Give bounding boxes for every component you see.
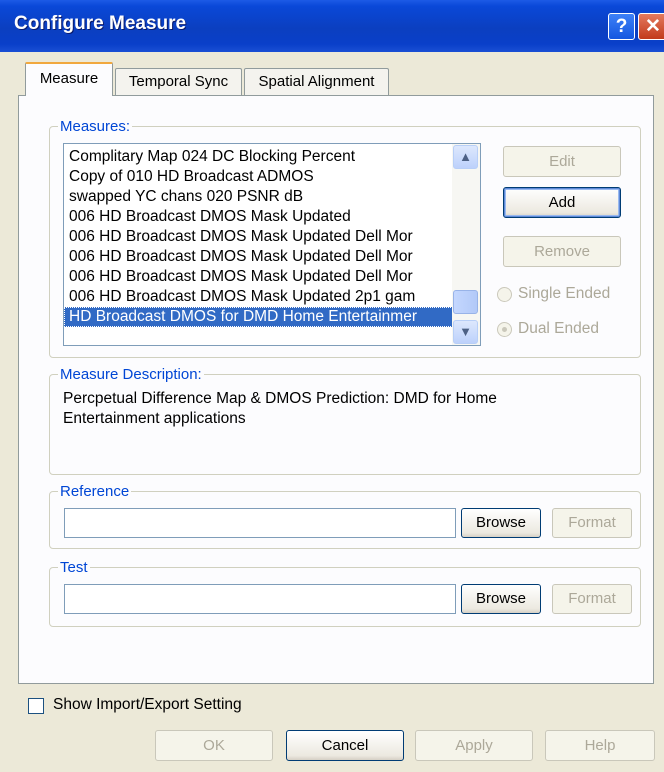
test-legend: Test	[60, 559, 88, 576]
list-item[interactable]: 006 HD Broadcast DMOS Mask Updated Dell …	[64, 247, 457, 267]
list-item[interactable]: 006 HD Broadcast DMOS Mask Updated Dell …	[64, 227, 457, 247]
list-item[interactable]: 006 HD Broadcast DMOS Mask Updated	[64, 207, 457, 227]
list-item[interactable]: 006 HD Broadcast DMOS Mask Updated Dell …	[64, 267, 457, 287]
reference-legend: Reference	[60, 483, 130, 500]
measure-description-text: Percpetual Difference Map & DMOS Predict…	[63, 389, 623, 429]
tab-temporal-sync[interactable]: Temporal Sync	[115, 68, 242, 96]
help-title-button[interactable]: ?	[608, 13, 635, 40]
edit-button[interactable]: Edit	[503, 146, 621, 177]
show-import-export-checkbox[interactable]	[28, 698, 44, 714]
tab-measure[interactable]: Measure	[25, 62, 113, 96]
description-line: Percpetual Difference Map & DMOS Predict…	[63, 390, 497, 407]
cancel-button[interactable]: Cancel	[286, 730, 404, 761]
test-format-button[interactable]: Format	[552, 584, 632, 614]
list-item[interactable]: swapped YC chans 020 PSNR dB	[64, 187, 457, 207]
description-line: Entertainment applications	[63, 410, 246, 427]
list-item-selected[interactable]: HD Broadcast DMOS for DMD Home Entertain…	[64, 307, 457, 327]
dual-ended-label: Dual Ended	[518, 320, 600, 337]
scroll-thumb[interactable]	[453, 290, 478, 314]
title-bar: Configure Measure ? ✕	[0, 0, 664, 52]
measures-legend: Measures:	[60, 118, 131, 135]
show-import-export-label: Show Import/Export Setting	[53, 696, 242, 713]
close-button[interactable]: ✕	[638, 13, 664, 40]
scroll-down-icon[interactable]: ▼	[453, 320, 478, 344]
measure-description-legend: Measure Description:	[60, 366, 202, 383]
remove-button[interactable]: Remove	[503, 236, 621, 267]
single-ended-label: Single Ended	[518, 285, 611, 302]
ok-button[interactable]: OK	[155, 730, 273, 761]
measures-listbox[interactable]: Complitary Map 024 DC Blocking Percent C…	[63, 143, 481, 346]
reference-format-button[interactable]: Format	[552, 508, 632, 538]
scroll-up-icon[interactable]: ▲	[453, 145, 478, 169]
help-button[interactable]: Help	[545, 730, 655, 761]
dual-ended-radio[interactable]	[497, 322, 512, 337]
tab-spatial-alignment[interactable]: Spatial Alignment	[244, 68, 389, 96]
reference-input[interactable]	[64, 508, 456, 538]
single-ended-radio[interactable]	[497, 287, 512, 302]
list-item[interactable]: Complitary Map 024 DC Blocking Percent	[64, 147, 457, 167]
reference-browse-button[interactable]: Browse	[461, 508, 541, 538]
test-input[interactable]	[64, 584, 456, 614]
vertical-scrollbar[interactable]: ▲ ▼	[452, 144, 480, 345]
apply-button[interactable]: Apply	[415, 730, 533, 761]
test-browse-button[interactable]: Browse	[461, 584, 541, 614]
list-item[interactable]: Copy of 010 HD Broadcast ADMOS	[64, 167, 457, 187]
window-title: Configure Measure	[14, 13, 187, 34]
add-button[interactable]: Add	[503, 187, 621, 218]
list-item[interactable]: 006 HD Broadcast DMOS Mask Updated 2p1 g…	[64, 287, 457, 307]
